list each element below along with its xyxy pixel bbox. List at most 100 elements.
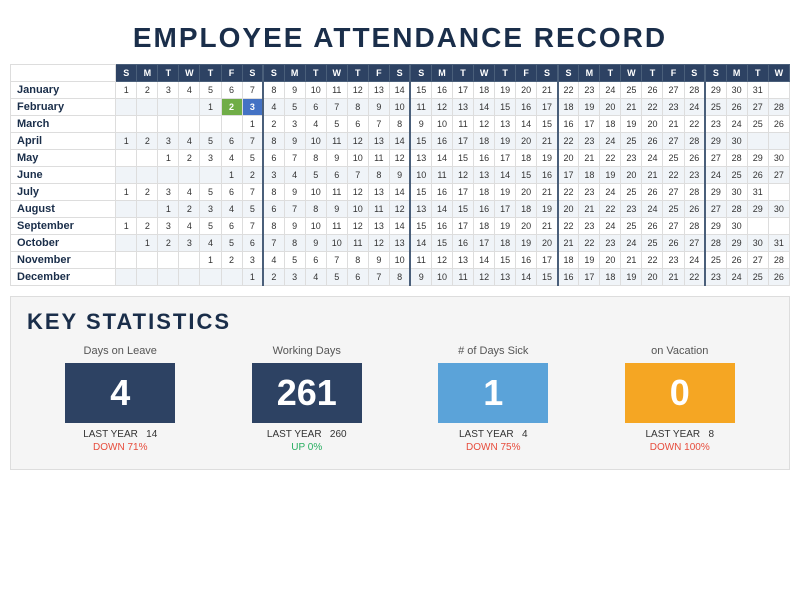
calendar-cell: 19 (621, 269, 642, 286)
calendar-cell: 3 (263, 167, 284, 184)
calendar-cell: 24 (642, 201, 663, 218)
calendar-cell: 14 (474, 99, 495, 116)
calendar-cell (768, 218, 789, 235)
calendar-cell: 21 (537, 218, 558, 235)
calendar-cell: 16 (453, 235, 474, 252)
calendar-cell: 8 (263, 218, 284, 235)
calendar-cell: 24 (600, 218, 621, 235)
calendar-cell: 5 (221, 235, 242, 252)
calendar-cell: 23 (663, 252, 684, 269)
calendar-cell (221, 269, 242, 286)
calendar-cell: 14 (389, 218, 410, 235)
table-row: April12345678910111213141516171819202122… (11, 133, 790, 150)
calendar-cell: 30 (726, 218, 747, 235)
calendar-cell: 22 (600, 150, 621, 167)
calendar-cell: 30 (726, 133, 747, 150)
calendar-cell: 17 (495, 150, 516, 167)
calendar-cell: 28 (705, 235, 726, 252)
calendar-cell: 10 (431, 269, 452, 286)
calendar-cell: 18 (474, 133, 495, 150)
calendar-cell (200, 167, 221, 184)
calendar-cell: 11 (410, 252, 431, 269)
stat-change: DOWN 75% (466, 442, 520, 453)
calendar-cell: 29 (747, 201, 768, 218)
calendar-cell: 21 (663, 116, 684, 133)
calendar-cell: 9 (284, 133, 305, 150)
calendar-cell: 15 (431, 235, 452, 252)
calendar-cell: 20 (516, 82, 537, 99)
calendar-cell: 21 (621, 99, 642, 116)
calendar-cell: 11 (326, 218, 347, 235)
table-row: October123456789101112131415161718192021… (11, 235, 790, 252)
calendar-cell: 31 (747, 82, 768, 99)
calendar-cell: 20 (558, 150, 579, 167)
calendar-cell: 24 (684, 252, 705, 269)
stat-last-year: LAST YEAR 8 (645, 429, 714, 440)
calendar-cell: 2 (179, 150, 200, 167)
calendar-cell (768, 133, 789, 150)
month-label: September (11, 218, 116, 235)
calendar-cell: 13 (410, 201, 431, 218)
calendar-cell (179, 167, 200, 184)
calendar-cell: 10 (305, 82, 326, 99)
calendar-cell: 18 (516, 150, 537, 167)
calendar-cell: 29 (747, 150, 768, 167)
calendar-cell: 10 (389, 99, 410, 116)
calendar-cell: 20 (558, 201, 579, 218)
calendar-cell: 24 (705, 167, 726, 184)
calendar-cell: 28 (684, 218, 705, 235)
stat-value-box: 261 (252, 363, 362, 423)
stats-section: KEY STATISTICS Days on Leave 4 LAST YEAR… (10, 296, 790, 470)
calendar-cell: 6 (242, 235, 263, 252)
calendar-cell: 4 (263, 252, 284, 269)
calendar-cell: 11 (453, 116, 474, 133)
calendar-cell: 27 (663, 133, 684, 150)
calendar-cell: 12 (474, 116, 495, 133)
calendar-cell: 10 (305, 133, 326, 150)
calendar-cell: 16 (431, 184, 452, 201)
calendar-cell: 6 (326, 167, 347, 184)
calendar-cell: 1 (116, 82, 137, 99)
stat-change: DOWN 71% (93, 442, 147, 453)
calendar-cell (137, 269, 158, 286)
month-label: June (11, 167, 116, 184)
stat-label: on Vacation (651, 345, 708, 357)
calendar-cell: 1 (116, 218, 137, 235)
table-row: September1234567891011121314151617181920… (11, 218, 790, 235)
month-col-header (11, 65, 116, 82)
calendar-cell: 19 (537, 201, 558, 218)
calendar-cell (137, 116, 158, 133)
calendar-cell: 4 (221, 150, 242, 167)
calendar-cell: 13 (495, 269, 516, 286)
calendar-cell: 1 (200, 99, 221, 116)
calendar-cell: 1 (116, 184, 137, 201)
page-container: EMPLOYEE ATTENDANCE RECORD SMTWTFSSMTWTF… (10, 10, 790, 470)
calendar-cell: 30 (768, 201, 789, 218)
calendar-cell: 9 (368, 99, 389, 116)
calendar-cell: 27 (663, 82, 684, 99)
calendar-cell: 26 (642, 184, 663, 201)
stats-grid: Days on Leave 4 LAST YEAR 14 DOWN 71% Wo… (27, 345, 773, 453)
calendar-cell (116, 201, 137, 218)
calendar-cell: 28 (684, 82, 705, 99)
calendar-cell (221, 116, 242, 133)
calendar-cell: 25 (726, 167, 747, 184)
calendar-cell: 5 (242, 150, 263, 167)
calendar-cell: 5 (284, 252, 305, 269)
table-row: July123456789101112131415161718192021222… (11, 184, 790, 201)
calendar-cell: 21 (537, 184, 558, 201)
calendar-cell: 21 (642, 167, 663, 184)
calendar-cell: 28 (684, 184, 705, 201)
calendar-cell: 2 (137, 218, 158, 235)
calendar-cell (137, 201, 158, 218)
calendar-cell: 10 (410, 167, 431, 184)
calendar-cell: 7 (242, 184, 263, 201)
stat-item: Days on Leave 4 LAST YEAR 14 DOWN 71% (50, 345, 190, 453)
calendar-cell: 16 (474, 201, 495, 218)
calendar-cell: 2 (158, 235, 179, 252)
calendar-cell: 2 (263, 269, 284, 286)
calendar-cell: 28 (726, 201, 747, 218)
calendar-cell: 24 (726, 116, 747, 133)
calendar-cell: 7 (242, 82, 263, 99)
calendar-cell: 9 (410, 269, 431, 286)
